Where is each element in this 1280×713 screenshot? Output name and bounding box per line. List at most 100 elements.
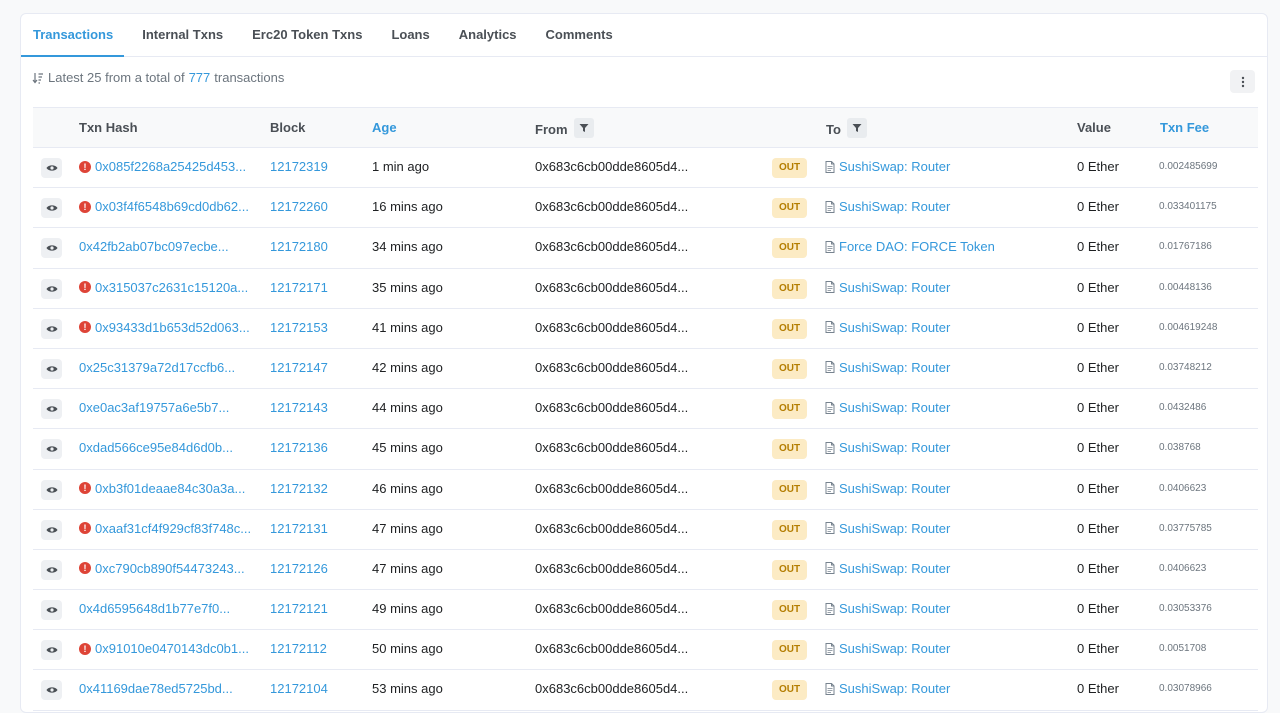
tab-transactions[interactable]: Transactions [21, 14, 125, 57]
preview-button[interactable] [41, 640, 62, 661]
direction-badge: OUT [772, 439, 807, 460]
txn-hash-link[interactable]: 0xe0ac3af19757a6e5b7... [79, 400, 229, 415]
direction-badge: OUT [772, 198, 807, 219]
to-address-link[interactable]: SushiSwap: Router [839, 641, 950, 656]
txn-value: 0 Ether [1077, 440, 1119, 456]
to-address-link[interactable]: SushiSwap: Router [839, 481, 950, 496]
block-link[interactable]: 12172319 [270, 159, 328, 174]
from-address: 0x683c6cb00dde8605d4... [535, 279, 689, 295]
txn-hash-link[interactable]: 0x41169dae78ed5725bd... [79, 681, 233, 696]
to-address-link[interactable]: SushiSwap: Router [839, 360, 950, 375]
block-link[interactable]: 12172131 [270, 521, 328, 536]
preview-button[interactable] [41, 399, 62, 420]
block-link[interactable]: 12172171 [270, 280, 328, 295]
txn-hash-link[interactable]: 0xb3f01deaae84c30a3a... [95, 481, 245, 496]
tab-erc20-token-txns[interactable]: Erc20 Token Txns [237, 14, 376, 57]
table-row: ! 0xb3f01deaae84c30a3a... 12172132 46 mi… [33, 470, 1258, 510]
preview-button[interactable] [41, 439, 62, 460]
txn-hash: ! 0x085f2268a25425d453... [79, 159, 246, 174]
txn-value: 0 Ether [1077, 279, 1119, 295]
txn-hash-link[interactable]: 0x91010e0470143dc0b1... [95, 641, 249, 656]
preview-button[interactable] [41, 680, 62, 701]
col-to-label: To [826, 121, 841, 137]
txn-fee: 0.004619248 [1159, 321, 1218, 333]
tab-comments[interactable]: Comments [531, 14, 627, 57]
txn-hash-link[interactable]: 0x25c31379a72d17ccfb6... [79, 360, 235, 375]
summary-count: 777 [188, 70, 211, 85]
to-address-link[interactable]: SushiSwap: Router [839, 280, 950, 295]
preview-button[interactable] [41, 519, 62, 540]
txn-value: 0 Ether [1077, 239, 1119, 255]
block-link[interactable]: 12172112 [270, 641, 327, 656]
eye-icon [46, 567, 57, 573]
txn-hash: ! 0x03f4f6548b69cd0db62... [79, 199, 249, 214]
col-txn-hash: Txn Hash [79, 120, 138, 135]
to-address-link[interactable]: SushiSwap: Router [839, 440, 950, 455]
tab-loans[interactable]: Loans [376, 14, 443, 57]
col-txn-fee[interactable]: Txn Fee [1160, 120, 1209, 135]
to-address-link[interactable]: SushiSwap: Router [839, 601, 950, 616]
to-address-link[interactable]: Force DAO: FORCE Token [839, 239, 995, 254]
txn-value: 0 Ether [1077, 359, 1119, 375]
tab-internal-txns[interactable]: Internal Txns [124, 14, 237, 57]
to-address: SushiSwap: Router [825, 641, 950, 656]
block-link[interactable]: 12172121 [270, 601, 328, 616]
txn-age: 35 mins ago [372, 279, 443, 295]
to-address-link[interactable]: SushiSwap: Router [839, 159, 950, 174]
to-address-link[interactable]: SushiSwap: Router [839, 199, 950, 214]
direction-badge: OUT [772, 559, 807, 580]
txn-hash-link[interactable]: 0xdad566ce95e84d6d0b... [79, 440, 233, 455]
error-icon: ! [79, 321, 91, 334]
preview-button[interactable] [41, 559, 62, 580]
to-address-link[interactable]: SushiSwap: Router [839, 521, 950, 536]
to-address-link[interactable]: SushiSwap: Router [839, 561, 950, 576]
preview-button[interactable] [41, 278, 62, 299]
to-address-link[interactable]: SushiSwap: Router [839, 320, 950, 335]
from-filter-button[interactable] [573, 118, 594, 138]
preview-button[interactable] [41, 479, 62, 500]
preview-button[interactable] [41, 158, 62, 178]
eye-icon [46, 165, 57, 171]
txn-fee: 0.0051708 [1159, 643, 1207, 655]
to-address-link[interactable]: SushiSwap: Router [839, 400, 950, 415]
block-link[interactable]: 12172153 [270, 320, 328, 335]
txn-value: 0 Ether [1077, 159, 1119, 174]
block-link[interactable]: 12172143 [270, 400, 328, 415]
block-link[interactable]: 12172180 [270, 239, 328, 254]
to-address: SushiSwap: Router [825, 561, 950, 576]
txn-hash-link[interactable]: 0x93433d1b653d52d063... [95, 320, 250, 335]
txn-hash: 0x41169dae78ed5725bd... [79, 681, 233, 696]
preview-button[interactable] [41, 600, 62, 621]
filter-icon [852, 124, 862, 132]
table-row: 0x4d6595648d1b77e7f0... 12172121 49 mins… [33, 590, 1258, 631]
txn-hash-link[interactable]: 0x42fb2ab07bc097ecbe... [79, 239, 229, 254]
preview-button[interactable] [41, 198, 62, 219]
block-link[interactable]: 12172147 [270, 360, 328, 375]
preview-button[interactable] [41, 238, 62, 259]
col-age[interactable]: Age [372, 120, 397, 135]
txn-hash-link[interactable]: 0xc790cb890f54473243... [95, 561, 245, 576]
preview-button[interactable] [41, 318, 62, 339]
block-link[interactable]: 12172260 [270, 199, 328, 214]
txn-hash-link[interactable]: 0x03f4f6548b69cd0db62... [95, 199, 249, 214]
txn-hash-link[interactable]: 0x4d6595648d1b77e7f0... [79, 601, 230, 616]
txn-hash-link[interactable]: 0xaaf31cf4f929cf83f748c... [95, 521, 251, 536]
to-address: SushiSwap: Router [825, 400, 950, 415]
block-link[interactable]: 12172132 [270, 481, 328, 496]
more-options-button[interactable] [1230, 70, 1255, 93]
to-filter-button[interactable] [846, 118, 867, 138]
txn-age: 46 mins ago [372, 480, 443, 496]
block-link[interactable]: 12172126 [270, 561, 328, 576]
to-address: SushiSwap: Router [825, 440, 950, 455]
txn-hash-link[interactable]: 0x315037c2631c15120a... [95, 280, 248, 295]
table-row: 0x25c31379a72d17ccfb6... 12172147 42 min… [33, 349, 1258, 390]
table-row: ! 0x085f2268a25425d453... 12172319 1 min… [33, 148, 1258, 189]
block-link[interactable]: 12172104 [270, 681, 328, 696]
contract-file-icon [825, 240, 835, 253]
preview-button[interactable] [41, 358, 62, 379]
contract-file-icon [825, 602, 835, 615]
txn-hash-link[interactable]: 0x085f2268a25425d453... [95, 159, 246, 174]
to-address-link[interactable]: SushiSwap: Router [839, 681, 950, 696]
tab-analytics[interactable]: Analytics [444, 14, 531, 57]
block-link[interactable]: 12172136 [270, 440, 328, 455]
